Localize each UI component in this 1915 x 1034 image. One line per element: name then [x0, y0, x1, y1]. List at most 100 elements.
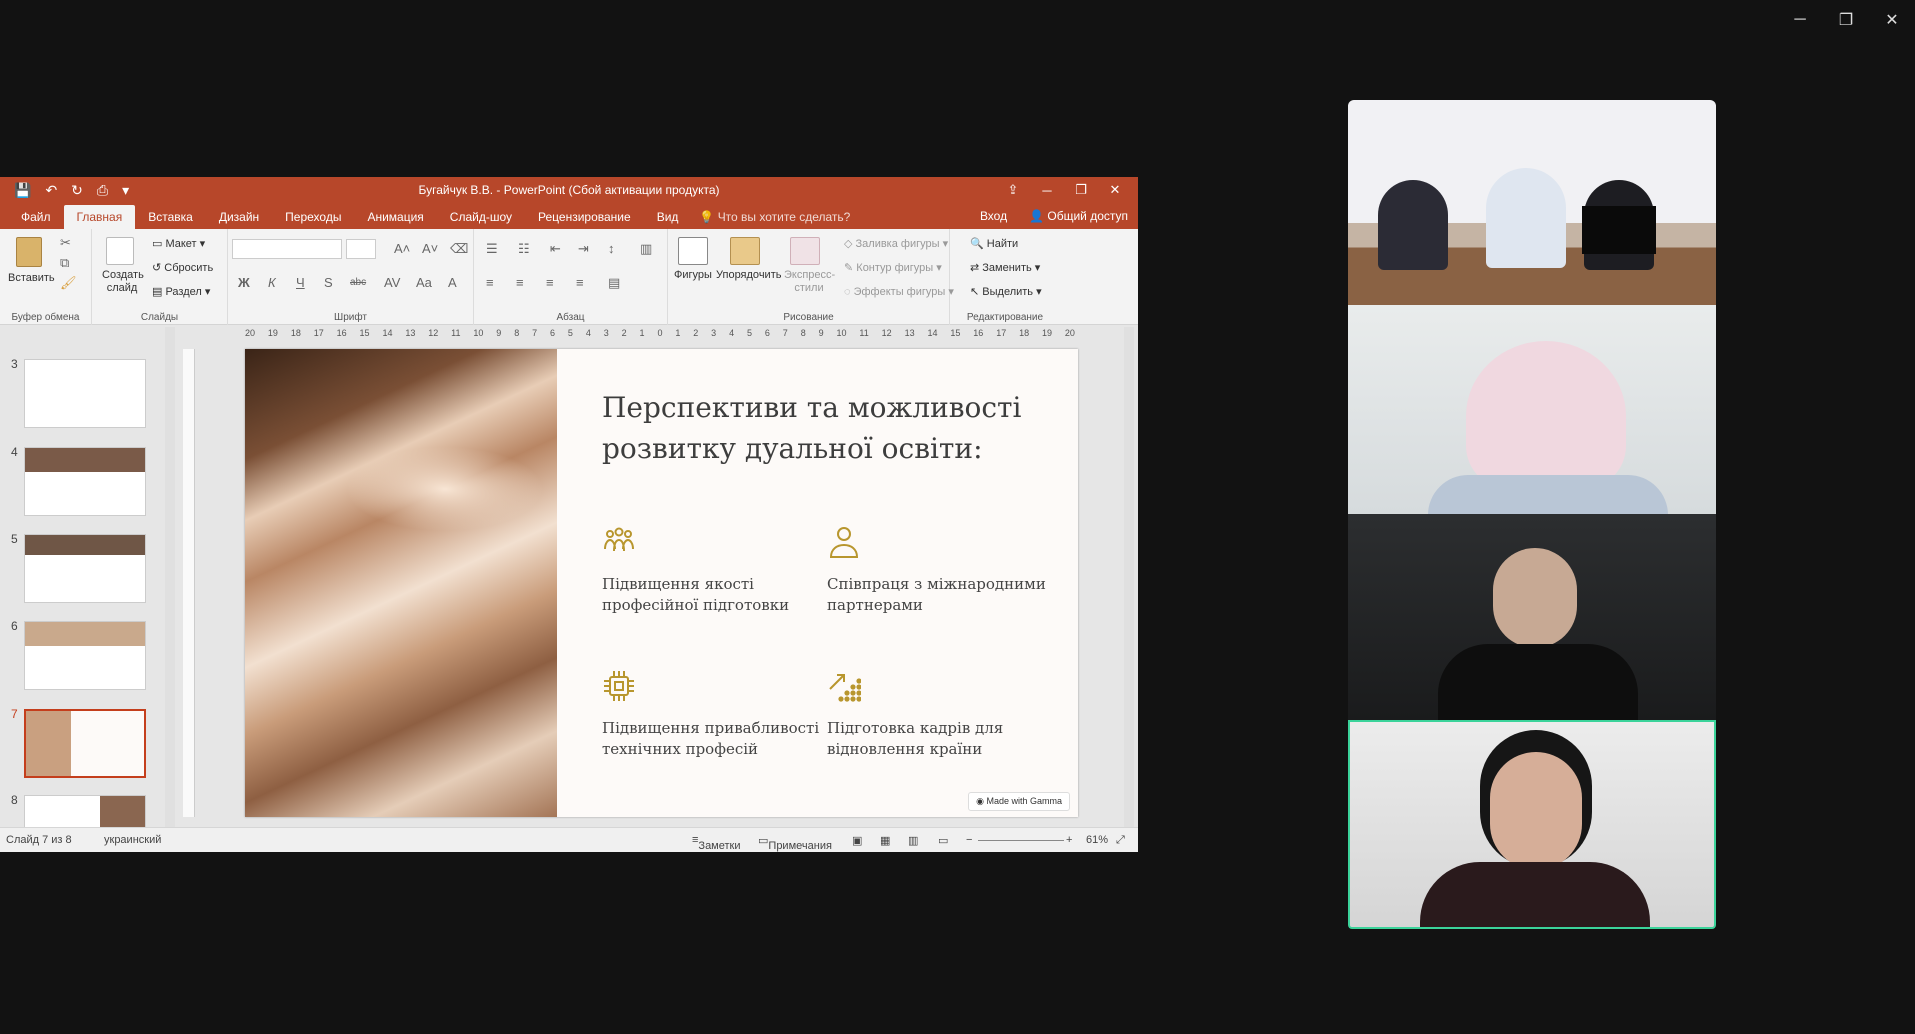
sorter-view-icon[interactable]: ▦ [880, 834, 890, 847]
new-slide-icon[interactable] [106, 237, 134, 265]
clipboard-label: Буфер обмена [11, 312, 80, 323]
tab-insert[interactable]: Вставка [135, 205, 206, 229]
shape-effects-button[interactable]: ◌ Эффекты фигуры ▾ [844, 285, 954, 298]
cut-icon[interactable]: ✂ [60, 235, 71, 251]
align-left-icon[interactable]: ≡ [486, 275, 494, 290]
restore-icon[interactable]: ❐ [1823, 6, 1869, 34]
reading-view-icon[interactable]: ▥ [908, 834, 918, 847]
shapes-icon[interactable] [678, 237, 708, 265]
font-color-button[interactable]: A [448, 275, 457, 290]
reset-button[interactable]: ↺ Сбросить [152, 261, 213, 274]
thumb-slide-3[interactable] [24, 359, 146, 428]
bullets-icon[interactable]: ☰ [486, 241, 498, 257]
replace-button[interactable]: ⇄ Заменить ▾ [970, 261, 1040, 274]
slide-canvas[interactable]: Перспективи та можливості розвитку дуаль… [245, 349, 1078, 817]
growth-chart-icon [829, 674, 862, 702]
quick-styles-button[interactable]: Экспресс-стили [784, 269, 835, 295]
tab-file[interactable]: Файл [8, 205, 64, 229]
video-tile-panel[interactable] [1348, 100, 1716, 305]
format-painter-icon[interactable]: 🖌 [60, 275, 77, 291]
justify-icon[interactable]: ≡ [576, 275, 584, 290]
ppt-restore-icon[interactable]: ❐ [1064, 177, 1098, 203]
section-button[interactable]: ▤ Раздел ▾ [152, 285, 210, 298]
tab-transitions[interactable]: Переходы [272, 205, 354, 229]
layout-button[interactable]: ▭ Макет ▾ [152, 237, 205, 250]
arrange-button[interactable]: Упорядочить [716, 269, 781, 281]
language-indicator[interactable]: украинский [104, 834, 161, 846]
spacing-button[interactable]: AV [384, 275, 400, 290]
fit-slide-icon[interactable]: ⤢ [1116, 834, 1125, 847]
minimize-icon[interactable]: ─ [1777, 6, 1823, 34]
align-right-icon[interactable]: ≡ [546, 275, 554, 290]
video-tile-3[interactable] [1348, 514, 1716, 720]
shrink-font-icon[interactable]: A˅ [422, 241, 438, 256]
columns-icon[interactable]: ▥ [640, 241, 652, 257]
thumb-slide-4[interactable] [24, 447, 146, 516]
numbering-icon[interactable]: ☷ [518, 241, 530, 257]
undo-icon[interactable]: ↶ [45, 182, 57, 199]
thumb-slide-6[interactable] [24, 621, 146, 690]
zoom-slider[interactable] [978, 840, 1064, 841]
video-tile-2[interactable] [1348, 305, 1716, 514]
close-icon[interactable]: ✕ [1869, 6, 1915, 34]
shape-fill-button[interactable]: ◇ Заливка фигуры ▾ [844, 237, 948, 250]
font-name-input[interactable] [232, 239, 342, 259]
thumb-slide-7[interactable] [24, 709, 146, 778]
indent-decrease-icon[interactable]: ⇤ [550, 241, 561, 257]
paste-icon[interactable] [16, 237, 42, 267]
made-with-gamma-badge[interactable]: ◉ Made with Gamma [968, 792, 1070, 811]
thumb-slide-5[interactable] [24, 534, 146, 603]
zoom-level[interactable]: 61% [1086, 834, 1108, 846]
shape-outline-button[interactable]: ✎ Контур фигуры ▾ [844, 261, 942, 274]
select-button[interactable]: ↖ Выделить ▾ [970, 285, 1042, 298]
grow-font-icon[interactable]: A˄ [394, 241, 410, 256]
font-size-input[interactable] [346, 239, 376, 259]
new-slide-button[interactable]: Создать слайд [102, 269, 144, 295]
tab-design[interactable]: Дизайн [206, 205, 272, 229]
slideshow-view-icon[interactable]: ▭ [938, 834, 948, 847]
find-button[interactable]: 🔍 Найти [970, 237, 1018, 250]
video-tile-active-speaker[interactable] [1348, 720, 1716, 929]
zoom-out-icon[interactable]: − [966, 834, 972, 846]
tab-home[interactable]: Главная [63, 205, 136, 229]
thumbnails-scrollbar[interactable] [165, 327, 175, 827]
select-label: Выделить [982, 286, 1034, 298]
clear-format-icon[interactable]: ⌫ [450, 241, 468, 257]
indent-increase-icon[interactable]: ⇥ [578, 241, 589, 257]
strikethrough-button[interactable]: abc [350, 277, 366, 288]
thumb-slide-8[interactable] [24, 795, 146, 829]
zoom-in-icon[interactable]: + [1066, 834, 1072, 846]
shapes-button[interactable]: Фигуры [674, 269, 712, 281]
ppt-minimize-icon[interactable]: ─ [1030, 177, 1064, 203]
ribbon-display-icon[interactable]: ⇪ [996, 177, 1030, 203]
paste-button[interactable]: Вставить [8, 272, 55, 284]
notes-button[interactable]: ≡ Заметки [692, 834, 741, 852]
ruler-tick: 11 [451, 328, 461, 338]
line-spacing-icon[interactable]: ↕ [608, 241, 615, 256]
shadow-button[interactable]: S [324, 275, 333, 290]
normal-view-icon[interactable]: ▣ [852, 834, 862, 847]
customize-qat-icon[interactable]: ▾ [122, 182, 129, 199]
underline-button[interactable]: Ч [296, 275, 305, 290]
present-icon[interactable]: ⎙ [97, 182, 108, 199]
bold-button[interactable]: Ж [238, 275, 250, 290]
tab-slideshow[interactable]: Слайд-шоу [437, 205, 525, 229]
italic-button[interactable]: К [268, 275, 276, 290]
copy-icon[interactable]: ⧉ [60, 255, 69, 271]
slide-scrollbar[interactable] [1124, 327, 1134, 827]
case-button[interactable]: Aa [416, 275, 432, 290]
arrange-icon[interactable] [730, 237, 760, 265]
ppt-close-icon[interactable]: ✕ [1098, 177, 1132, 203]
redo-icon[interactable]: ↻ [71, 182, 83, 199]
quick-styles-icon[interactable] [790, 237, 820, 265]
login-link[interactable]: Вход [980, 209, 1007, 223]
text-columns-icon[interactable]: ▤ [608, 275, 620, 291]
comments-button[interactable]: ▭ Примечания [758, 834, 832, 852]
tab-animation[interactable]: Анимация [354, 205, 436, 229]
share-button[interactable]: 👤 Общий доступ [1029, 209, 1128, 223]
tab-review[interactable]: Рецензирование [525, 205, 644, 229]
tell-me-input[interactable]: 💡 Что вы хотите сделать? [699, 205, 850, 229]
tab-view[interactable]: Вид [644, 205, 692, 229]
align-center-icon[interactable]: ≡ [516, 275, 524, 290]
save-icon[interactable]: 💾 [14, 182, 31, 199]
